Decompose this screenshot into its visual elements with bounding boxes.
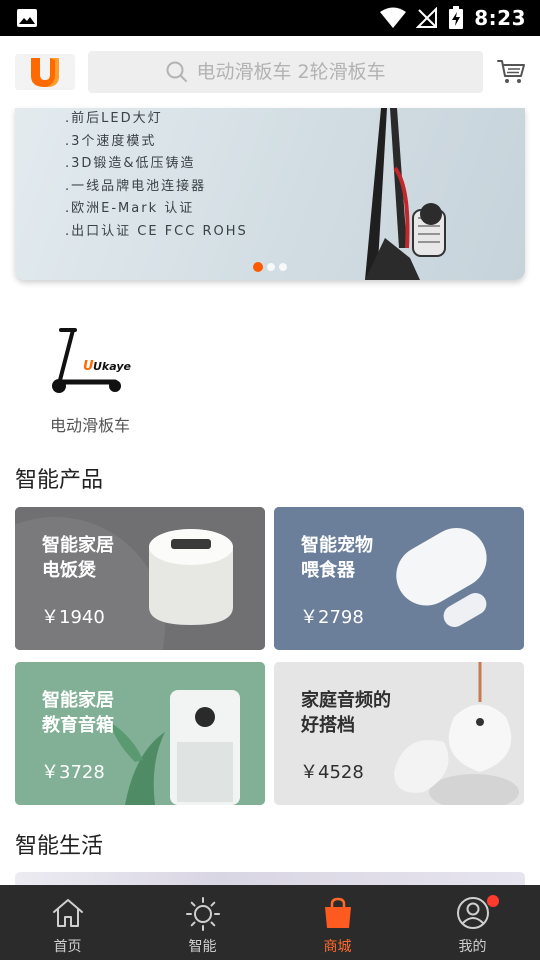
clock: 8:23	[474, 6, 526, 30]
carousel-dot-active[interactable]	[253, 262, 263, 272]
tab-smart[interactable]: 智能	[135, 885, 270, 960]
wifi-icon	[380, 7, 407, 28]
tab-label: 商城	[323, 939, 352, 955]
u-logo-icon	[31, 58, 59, 87]
product-title: 家庭音频的 好搭档	[301, 690, 391, 736]
search-icon	[166, 61, 187, 82]
bottom-tab-bar: 首页 智能 商城 我的	[0, 885, 540, 960]
carousel-dot[interactable]	[267, 263, 275, 271]
promo-banner[interactable]: .前后LED大灯 .3个速度模式 .3D锻造&低压铸造 .一线品牌电池连接器 .…	[15, 108, 525, 280]
scooter-category-icon: U Ukaye	[52, 328, 132, 393]
tab-label: 我的	[458, 939, 487, 955]
search-input[interactable]	[196, 61, 407, 83]
product-title: 智能家居 教育音箱	[42, 690, 114, 736]
product-price: ￥1940	[41, 607, 105, 628]
product-card-smart-speaker[interactable]: 智能家居 教育音箱 ￥3728	[15, 662, 265, 805]
tab-home[interactable]: 首页	[0, 885, 135, 960]
product-card-pet-feeder[interactable]: 智能宠物 喂食器 ￥2798	[274, 507, 524, 650]
brand-logo-text: Ukaye	[93, 360, 132, 373]
product-price: ￥4528	[300, 762, 364, 783]
feature-item: .3D锻造&低压铸造	[65, 156, 196, 172]
notification-badge	[487, 895, 499, 907]
product-title: 智能宠物 喂食器	[301, 535, 373, 581]
category-label: 电动滑板车	[49, 416, 130, 435]
product-price: ￥2798	[300, 607, 364, 628]
feature-item: .3个速度模式	[65, 133, 157, 149]
product-price: ￥3728	[41, 762, 105, 783]
battery-charging-icon	[449, 6, 464, 29]
tab-label: 首页	[53, 939, 82, 955]
carousel-indicator[interactable]	[253, 262, 287, 272]
feature-item: .一线品牌电池连接器	[65, 178, 207, 194]
user-icon	[456, 897, 489, 929]
product-card-audio[interactable]: 家庭音频的 好搭档 ￥4528	[274, 662, 524, 805]
search-bar[interactable]	[88, 51, 483, 93]
home-icon	[52, 899, 83, 927]
no-signal-icon	[416, 7, 438, 28]
feature-item: .欧洲E-Mark 认证	[65, 201, 195, 217]
status-bar: 8:23	[0, 0, 540, 36]
feature-item: .出口认证 CE FCC ROHS	[65, 223, 248, 239]
app-logo[interactable]	[15, 54, 75, 90]
category-item-scooter[interactable]: U Ukaye 电动滑板车	[35, 320, 145, 435]
product-title: 智能家居 电饭煲	[42, 535, 114, 581]
tab-profile[interactable]: 我的	[405, 885, 540, 960]
top-header	[0, 36, 540, 108]
tab-mall[interactable]: 商城	[270, 885, 405, 960]
feature-item: .前后LED大灯	[65, 111, 163, 126]
section-title-smart-products: 智能产品	[15, 468, 104, 493]
cart-icon[interactable]	[496, 56, 526, 86]
sun-icon	[185, 897, 220, 931]
shopping-bag-icon	[324, 897, 351, 928]
section-title-smart-life: 智能生活	[15, 834, 104, 859]
gallery-notification-icon	[17, 9, 37, 27]
product-card-rice-cooker[interactable]: 智能家居 电饭煲 ￥1940	[15, 507, 265, 650]
tab-label: 智能	[188, 939, 217, 955]
carousel-dot[interactable]	[279, 263, 287, 271]
feature-list: .前后LED大灯 .3个速度模式 .3D锻造&低压铸造 .一线品牌电池连接器 .…	[65, 108, 248, 244]
